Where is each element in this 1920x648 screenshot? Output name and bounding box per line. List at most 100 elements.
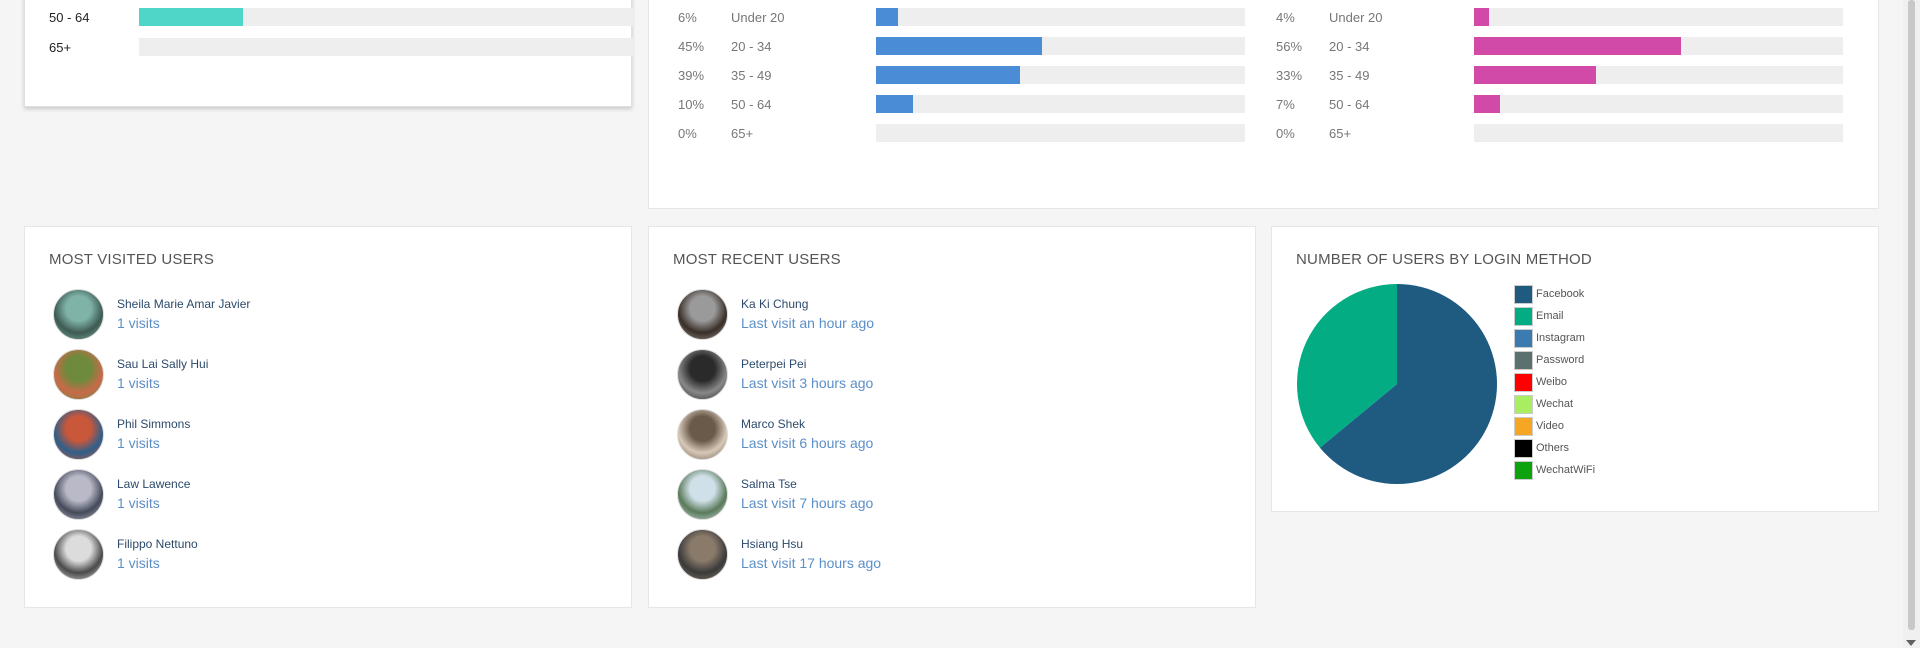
card-title: MOST RECENT USERS	[673, 251, 841, 268]
age-row-50-64: 50 - 64	[49, 8, 633, 26]
user-visit-info: 1 visits	[117, 435, 160, 451]
user-visit-info: Last visit 3 hours ago	[741, 375, 874, 391]
user-list-item[interactable]: Marco Shek Last visit 6 hours ago	[677, 409, 1217, 461]
age-bar-fill	[876, 8, 899, 26]
age-range-label: 65+	[1329, 126, 1352, 141]
age-percent: 6%	[678, 10, 697, 25]
age-percent: 56%	[1276, 39, 1303, 54]
scroll-down-arrow-icon[interactable]	[1906, 640, 1916, 646]
age-bar-track	[1474, 37, 1843, 55]
vertical-scrollbar[interactable]	[1903, 0, 1920, 648]
age-bar-fill	[876, 95, 913, 113]
user-name-link[interactable]: Salma Tse	[741, 477, 797, 491]
age-row-label: 65+	[49, 40, 72, 55]
legend-swatch	[1514, 395, 1533, 414]
legend-item: Facebook	[1514, 283, 1654, 305]
user-avatar[interactable]	[53, 469, 104, 520]
legend-swatch	[1514, 439, 1533, 458]
male-age-row: 0% 65+	[678, 124, 1248, 142]
pie-legend: Facebook Email Instagram Password Weibo Wecha…	[1514, 283, 1654, 481]
legend-swatch	[1514, 351, 1533, 370]
legend-swatch	[1514, 373, 1533, 392]
age-by-gender-card: 6% Under 20 45% 20 - 34 39% 35 - 49 10% 50 - 64…	[648, 0, 1879, 209]
user-avatar[interactable]	[53, 349, 104, 400]
legend-item: Weibo	[1514, 371, 1654, 393]
user-name-link[interactable]: Phil Simmons	[117, 417, 190, 431]
legend-label: Others	[1536, 442, 1570, 454]
age-bar-track	[876, 95, 1245, 113]
legend-swatch	[1514, 285, 1533, 304]
age-bar-track	[876, 124, 1245, 142]
age-bar-fill	[1474, 37, 1681, 55]
age-percent: 7%	[1276, 97, 1295, 112]
user-avatar[interactable]	[53, 529, 104, 580]
female-age-row: 56% 20 - 34	[1276, 37, 1846, 55]
user-name-link[interactable]: Ka Ki Chung	[741, 297, 808, 311]
age-bar-track	[139, 8, 633, 26]
age-bar-fill	[139, 8, 243, 26]
age-bar-track	[1474, 124, 1843, 142]
user-list-item[interactable]: Salma Tse Last visit 7 hours ago	[677, 469, 1217, 521]
user-avatar[interactable]	[53, 289, 104, 340]
legend-label: WechatWiFi	[1536, 464, 1596, 476]
user-avatar[interactable]	[677, 289, 728, 340]
legend-label: Weibo	[1536, 376, 1567, 388]
age-range-label: 20 - 34	[1329, 39, 1370, 54]
user-visit-info: Last visit 6 hours ago	[741, 435, 874, 451]
user-visit-info: Last visit 7 hours ago	[741, 495, 874, 511]
female-age-row: 0% 65+	[1276, 124, 1846, 142]
user-list-item[interactable]: Phil Simmons 1 visits	[53, 409, 593, 461]
male-age-row: 6% Under 20	[678, 8, 1248, 26]
legend-swatch	[1514, 329, 1533, 348]
user-list-item[interactable]: Hsiang Hsu Last visit 17 hours ago	[677, 529, 1217, 581]
user-name-link[interactable]: Marco Shek	[741, 417, 805, 431]
login-method-card: NUMBER OF USERS BY LOGIN METHOD Facebook…	[1271, 226, 1879, 512]
user-visit-info: Last visit 17 hours ago	[741, 555, 882, 571]
user-name-link[interactable]: Law Lawence	[117, 477, 190, 491]
female-age-row: 4% Under 20	[1276, 8, 1846, 26]
user-visit-info: Last visit an hour ago	[741, 315, 875, 331]
user-avatar[interactable]	[677, 469, 728, 520]
age-range-label: 35 - 49	[1329, 68, 1370, 83]
user-avatar[interactable]	[53, 409, 104, 460]
legend-item: WechatWiFi	[1514, 459, 1654, 481]
user-name-link[interactable]: Sau Lai Sally Hui	[117, 357, 208, 371]
age-range-label: 50 - 64	[1329, 97, 1370, 112]
user-list-item[interactable]: Sau Lai Sally Hui 1 visits	[53, 349, 593, 401]
user-name-link[interactable]: Sheila Marie Amar Javier	[117, 297, 250, 311]
age-range-label: 35 - 49	[731, 68, 772, 83]
age-range-label: 65+	[731, 126, 754, 141]
age-bar-track	[139, 38, 633, 56]
user-visit-info: 1 visits	[117, 315, 160, 331]
male-age-row: 10% 50 - 64	[678, 95, 1248, 113]
age-range-label: Under 20	[1329, 10, 1383, 25]
age-bar-track	[1474, 95, 1843, 113]
age-distribution-card: 50 - 64 65+	[24, 0, 633, 107]
male-age-row: 45% 20 - 34	[678, 37, 1248, 55]
legend-item: Email	[1514, 305, 1654, 327]
age-bar-fill	[1474, 95, 1500, 113]
user-list-item[interactable]: Sheila Marie Amar Javier 1 visits	[53, 289, 593, 341]
legend-label: Password	[1536, 354, 1585, 366]
user-name-link[interactable]: Filippo Nettuno	[117, 537, 198, 551]
age-percent: 45%	[678, 39, 705, 54]
user-list-item[interactable]: Filippo Nettuno 1 visits	[53, 529, 593, 581]
legend-label: Facebook	[1536, 288, 1585, 300]
user-visit-info: 1 visits	[117, 555, 160, 571]
user-list-item[interactable]: Law Lawence 1 visits	[53, 469, 593, 521]
user-name-link[interactable]: Peterpei Pei	[741, 357, 806, 371]
user-list-item[interactable]: Peterpei Pei Last visit 3 hours ago	[677, 349, 1217, 401]
user-avatar[interactable]	[677, 349, 728, 400]
scrollbar-thumb[interactable]	[1908, 0, 1915, 630]
age-bar-track	[1474, 66, 1843, 84]
age-percent: 39%	[678, 68, 705, 83]
user-list-item[interactable]: Ka Ki Chung Last visit an hour ago	[677, 289, 1217, 341]
user-avatar[interactable]	[677, 529, 728, 580]
user-avatar[interactable]	[677, 409, 728, 460]
age-bar-track	[876, 37, 1245, 55]
user-name-link[interactable]: Hsiang Hsu	[741, 537, 803, 551]
user-visit-info: 1 visits	[117, 375, 160, 391]
age-bar-track	[876, 66, 1245, 84]
legend-label: Wechat	[1536, 398, 1574, 410]
age-bar-fill	[876, 66, 1020, 84]
